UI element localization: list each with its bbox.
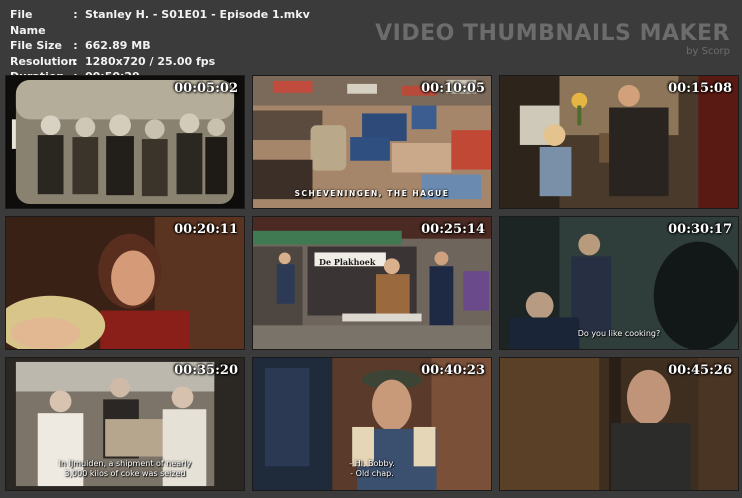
thumbnail-frame[interactable]: 00:20:11: [5, 216, 245, 350]
scene-caption: SCHEVENINGEN, THE HAGUE: [294, 189, 450, 198]
timestamp: 00:15:08: [668, 81, 732, 96]
thumbnail-frame[interactable]: 00:15:08: [499, 75, 739, 209]
brand-watermark: VIDEO THUMBNAILS MAKER by Scorp: [375, 22, 730, 58]
timestamp: 00:20:11: [174, 222, 238, 237]
thumbnail-frame[interactable]: 00:35:20 In IJmuiden, a shipment of near…: [5, 357, 245, 491]
subtitle-line-1: In IJmuiden, a shipment of nearly: [58, 459, 192, 468]
info-separator: :: [73, 39, 78, 52]
timestamp: 00:45:26: [668, 363, 732, 378]
subtitle-line-1: - Hi, Bobby.: [349, 459, 395, 468]
info-row-file-name: File Name : Stanley H. - S01E01 - Episod…: [10, 7, 310, 38]
shop-sign: De Plakhoek: [319, 257, 376, 267]
thumbnail-frame[interactable]: 00:40:23 - Hi, Bobby. - Old chap.: [252, 357, 492, 491]
timestamp: 00:35:20: [174, 363, 238, 378]
info-value: 662.89 MB: [85, 39, 151, 52]
info-value: 1280x720 / 25.00 fps: [85, 54, 216, 68]
thumbnail-frame[interactable]: 00:30:17 Do you like cooking?: [499, 216, 739, 350]
thumbnail-frame[interactable]: 00:10:05 SCHEVENINGEN, THE HAGUE: [252, 75, 492, 209]
subtitle-line-2: - Old chap.: [350, 469, 394, 478]
info-key: Resolution: [10, 54, 77, 68]
subtitle: Do you like cooking?: [577, 329, 661, 338]
timestamp: 00:40:23: [421, 363, 485, 378]
info-row-resolution: Resolution : 1280x720 / 25.00 fps: [10, 54, 310, 70]
thumbnail-frame[interactable]: 00:45:26: [499, 357, 739, 491]
info-separator: :: [73, 54, 78, 68]
info-separator: :: [73, 8, 78, 21]
subtitle-line-2: 3,000 kilos of coke was seized: [64, 469, 186, 478]
info-key: File Name: [10, 8, 46, 37]
info-key: File Size: [10, 39, 62, 52]
timestamp: 00:25:14: [421, 222, 485, 237]
timestamp: 00:30:17: [668, 222, 732, 237]
file-info: File Name : Stanley H. - S01E01 - Episod…: [10, 7, 310, 85]
brand-title: VIDEO THUMBNAILS MAKER: [375, 21, 730, 46]
info-value: Stanley H. - S01E01 - Episode 1.mkv: [85, 8, 310, 21]
brand-byline: by Scorp: [686, 46, 730, 57]
timestamp: 00:05:02: [174, 81, 238, 96]
thumbnail-grid: 00:05:02 00:10:05 SCHEVENINGEN, THE HAGU…: [5, 75, 739, 495]
thumbnail-frame[interactable]: 00:05:02: [5, 75, 245, 209]
timestamp: 00:10:05: [421, 81, 485, 96]
thumbnail-frame[interactable]: 00:25:14 De Plakhoek: [252, 216, 492, 350]
info-row-file-size: File Size : 662.89 MB: [10, 38, 310, 54]
